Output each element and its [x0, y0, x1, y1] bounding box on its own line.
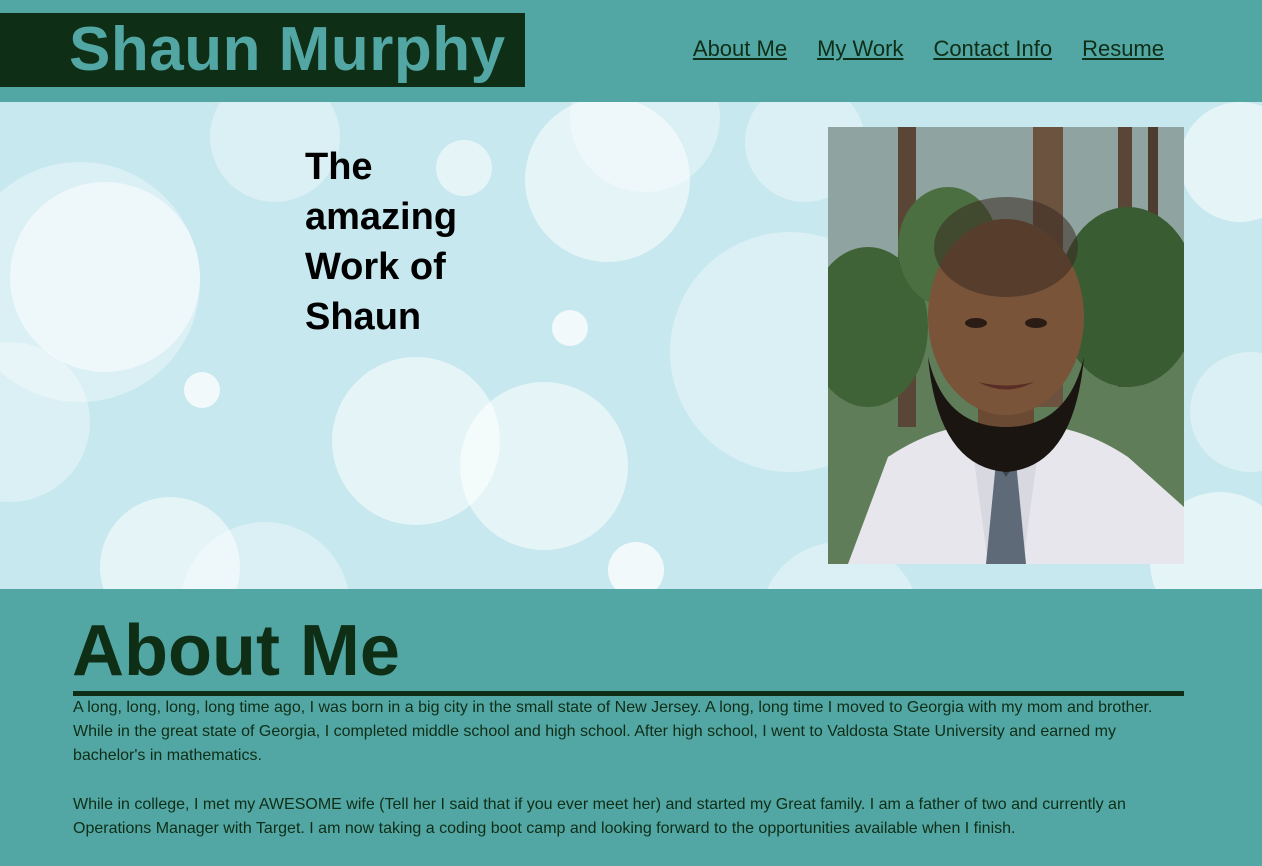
about-paragraph: While in college, I met my AWESOME wife … — [73, 796, 1126, 837]
hero-section: The amazing Work of Shaun — [0, 102, 1262, 589]
main-nav: About Me My Work Contact Info Resume — [693, 36, 1164, 62]
background-bubble — [10, 182, 200, 372]
background-bubble — [608, 542, 664, 589]
about-paragraph: A long, long, long, long time ago, I was… — [73, 699, 1153, 764]
about-section: About Me A long, long, long, long time a… — [0, 589, 1262, 866]
background-bubble — [1180, 102, 1262, 222]
background-bubble — [1190, 352, 1262, 472]
background-bubble — [552, 310, 588, 346]
nav-link-about-me[interactable]: About Me — [693, 36, 787, 62]
nav-link-contact-info[interactable]: Contact Info — [933, 36, 1052, 62]
site-header: Shaun Murphy About Me My Work Contact In… — [0, 0, 1262, 102]
brand-block: Shaun Murphy — [0, 13, 525, 87]
nav-link-resume[interactable]: Resume — [1082, 36, 1164, 62]
hero-title: The amazing Work of Shaun — [305, 146, 458, 338]
background-bubble — [460, 382, 628, 550]
about-heading: About Me — [72, 611, 400, 691]
site-name: Shaun Murphy — [69, 15, 506, 84]
background-bubble — [184, 372, 220, 408]
profile-photo — [828, 127, 1184, 564]
nav-link-my-work[interactable]: My Work — [817, 36, 903, 62]
